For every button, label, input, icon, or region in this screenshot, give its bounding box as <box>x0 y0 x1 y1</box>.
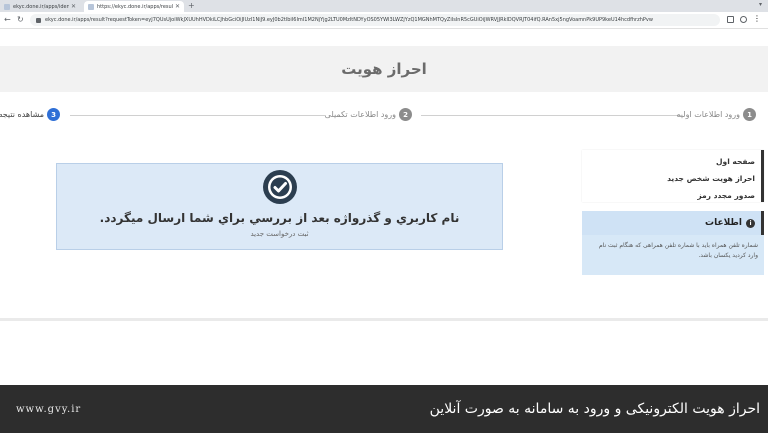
address-bar[interactable]: ekyc.done.ir/apps/result?requestToken=ey… <box>30 14 720 26</box>
sidebar-menu: صفحه اول احراز هویت شخص جدید صدور مجدد ر… <box>582 150 764 202</box>
progress-stepper: 1 ورود اطلاعات اولیه 2 ورود اطلاعات تکمی… <box>0 108 768 124</box>
info-panel-header: i اطلاعات <box>582 211 764 235</box>
info-icon: i <box>746 218 755 228</box>
step-label: ورود اطلاعات اولیه <box>676 110 740 119</box>
step-label: ورود اطلاعات تکمیلی <box>324 110 396 119</box>
tab-list-chevron-icon[interactable]: ▾ <box>759 1 762 8</box>
browser-tab-1[interactable]: ekyc.done.ir/apps/identi… ✕ <box>0 1 80 12</box>
step-additional-info: 2 ورود اطلاعات تکمیلی <box>325 108 412 121</box>
tab-close-icon[interactable]: ✕ <box>71 3 76 10</box>
sidebar-item-new-identity[interactable]: احراز هویت شخص جدید <box>582 170 761 187</box>
browser-toolbar: ← ↻ ekyc.done.ir/apps/result?requestToke… <box>0 12 768 29</box>
new-tab-button[interactable]: + <box>188 1 195 11</box>
step-initial-info: 1 ورود اطلاعات اولیه <box>676 108 756 121</box>
info-panel: i اطلاعات شماره تلفن همراه باید با شماره… <box>582 211 764 275</box>
address-url: ekyc.done.ir/apps/result?requestToken=ey… <box>45 17 653 23</box>
translate-icon[interactable] <box>727 16 734 23</box>
check-circle-icon <box>262 170 297 204</box>
step-number: 3 <box>47 108 60 121</box>
site-info-icon[interactable] <box>36 17 41 23</box>
tab-favicon-icon <box>88 3 94 10</box>
tab-title: https://ekyc.done.ir/apps/result… <box>97 3 173 10</box>
content-divider <box>0 318 768 321</box>
stepper-connector <box>421 115 681 116</box>
tab-favicon-icon <box>4 3 10 10</box>
sidebar-item-home[interactable]: صفحه اول <box>582 153 761 170</box>
tab-close-icon[interactable]: ✕ <box>175 3 180 10</box>
browser-tab-2[interactable]: https://ekyc.done.ir/apps/result… ✕ <box>84 1 184 12</box>
bookmark-star-icon[interactable] <box>740 16 747 23</box>
caption-bar: www.gvy.ir احراز هویت الکترونیکی و ورود … <box>0 385 768 433</box>
stepper-connector <box>70 115 325 116</box>
step-number: 1 <box>743 108 756 121</box>
page: ekyc.done.ir/apps/identi… ✕ https://ekyc… <box>0 0 768 433</box>
site-watermark: www.gvy.ir <box>16 403 82 415</box>
new-request-link[interactable]: ثبت درخواست جدید <box>250 230 308 238</box>
step-number: 2 <box>399 108 412 121</box>
page-header: احراز هویت <box>0 46 768 92</box>
info-panel-title: اطلاعات <box>705 218 742 228</box>
result-panel: نام کاربري و گذرواژه بعد از بررسي براي ش… <box>56 163 503 250</box>
step-view-result: 3 مشاهده نتیجه <box>0 108 60 121</box>
menu-dots-icon[interactable]: ⋮ <box>753 14 761 23</box>
result-message: نام کاربري و گذرواژه بعد از بررسي براي ش… <box>99 211 460 225</box>
sidebar-item-reissue-password[interactable]: صدور مجدد رمز <box>582 187 761 204</box>
tab-title: ekyc.done.ir/apps/identi… <box>13 3 69 10</box>
reload-icon[interactable]: ↻ <box>17 15 24 25</box>
page-title: احراز هویت <box>341 60 427 78</box>
browser-tab-strip: ekyc.done.ir/apps/identi… ✕ https://ekyc… <box>0 0 768 12</box>
back-arrow-icon[interactable]: ← <box>4 15 11 25</box>
caption-text: احراز هویت الکترونیکی و ورود به سامانه ب… <box>429 401 760 417</box>
info-panel-text: شماره تلفن همراه باید با شماره تلفن همرا… <box>598 242 758 259</box>
step-label: مشاهده نتیجه <box>0 110 44 119</box>
